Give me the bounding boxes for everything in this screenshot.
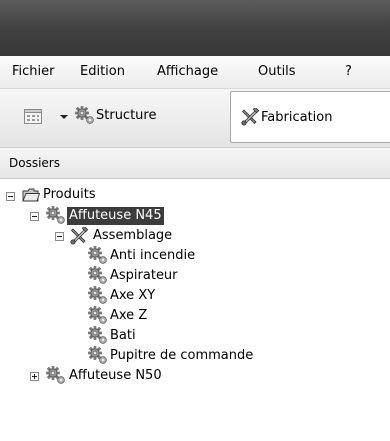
view-mode-button[interactable] [24, 109, 68, 124]
fabrication-label: Fabrication [261, 109, 333, 125]
tree-label: Axe Z [110, 308, 148, 323]
fabrication-tab[interactable]: Fabrication [230, 91, 390, 143]
menu-help[interactable]: ? [345, 63, 352, 80]
tree-label: Axe XY [110, 288, 156, 303]
gear-icon [88, 246, 107, 264]
tree-label: Anti incendie [110, 248, 196, 263]
menu-fichier[interactable]: Fichier [12, 63, 55, 80]
tree-label-selected: Affuteuse N45 [67, 207, 164, 225]
tools-icon [70, 227, 89, 245]
structure-button[interactable]: Structure [75, 106, 156, 125]
gear-icon [46, 366, 65, 384]
tree-label: Produits [43, 187, 96, 202]
chevron-down-icon[interactable] [60, 114, 68, 120]
folders-panel-header: Dossiers [0, 148, 390, 179]
gear-icon [75, 106, 94, 124]
gear-icon [88, 266, 107, 284]
gear-icon [88, 346, 107, 364]
gear-icon [88, 326, 107, 344]
toolbar: Structure Fabrication [0, 89, 390, 148]
window-titlebar [0, 0, 390, 56]
menu-affichage[interactable]: Affichage [157, 63, 218, 80]
gear-icon [88, 286, 107, 304]
folder-tree: Produits Affuteuse N45 Assemblage Anti i… [0, 186, 390, 441]
tree-label: Pupitre de commande [110, 348, 254, 363]
panel-title: Dossiers [9, 156, 60, 170]
menu-edition[interactable]: Edition [80, 63, 125, 80]
tree-label: Bati [110, 328, 136, 343]
tree-label: Aspirateur [110, 268, 178, 283]
structure-label: Structure [96, 108, 157, 123]
tree-label: Affuteuse N50 [69, 368, 162, 383]
gear-icon [46, 206, 65, 224]
collapse-icon[interactable] [55, 232, 64, 241]
menu-bar: Fichier Edition Affichage Outils ? [0, 56, 390, 89]
tree-label: Assemblage [93, 228, 173, 243]
grid-view-icon [24, 109, 42, 124]
folder-icon [22, 188, 40, 202]
collapse-icon[interactable] [6, 192, 15, 201]
expand-icon[interactable] [30, 372, 39, 381]
gear-icon [88, 306, 107, 324]
menu-outils[interactable]: Outils [258, 63, 296, 80]
collapse-icon[interactable] [30, 212, 39, 221]
tools-icon [241, 108, 260, 126]
